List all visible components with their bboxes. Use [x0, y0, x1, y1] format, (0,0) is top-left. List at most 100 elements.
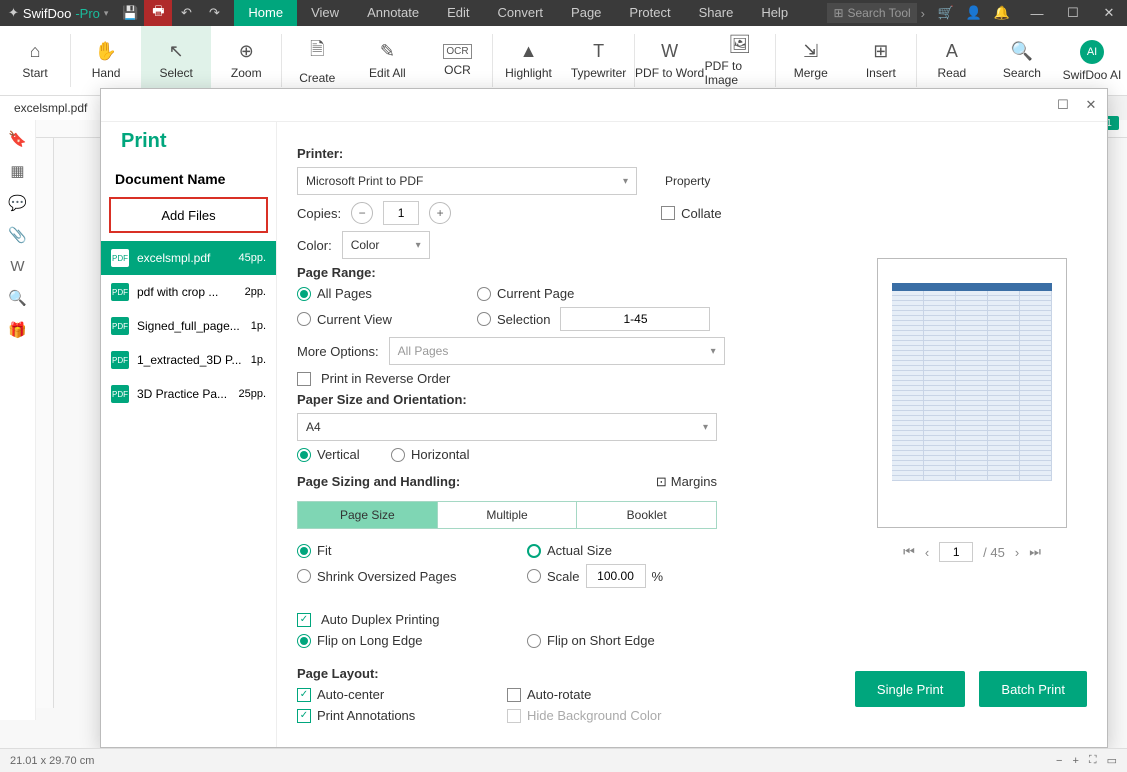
- view-mode-icon[interactable]: ▭: [1107, 754, 1117, 767]
- search-expand-icon[interactable]: ›: [917, 6, 929, 21]
- radio-horizontal[interactable]: [391, 448, 405, 462]
- ribbon-hand[interactable]: ✋Hand: [71, 26, 141, 95]
- reverse-check[interactable]: [297, 372, 311, 386]
- selection-input[interactable]: [560, 307, 710, 331]
- radio-flip-long[interactable]: [297, 634, 311, 648]
- gift-icon[interactable]: 🎁: [8, 321, 27, 339]
- print-annot-check[interactable]: [297, 709, 311, 723]
- next-page-icon[interactable]: ›: [1015, 545, 1019, 560]
- search-panel-icon[interactable]: 🔍: [8, 289, 27, 307]
- menu-home[interactable]: Home: [234, 0, 297, 26]
- ribbon-select[interactable]: ↖Select: [141, 26, 211, 95]
- menu-page[interactable]: Page: [557, 0, 615, 26]
- file-row[interactable]: PDFSigned_full_page...1p.: [101, 309, 276, 343]
- tab-booklet[interactable]: Booklet: [577, 502, 716, 528]
- copies-dec[interactable]: −: [351, 202, 373, 224]
- file-row[interactable]: PDF3D Practice Pa...25pp.: [101, 377, 276, 411]
- tab-multiple[interactable]: Multiple: [438, 502, 578, 528]
- ribbon-read[interactable]: ARead: [917, 26, 987, 95]
- duplex-check[interactable]: [297, 613, 311, 627]
- dialog-max-icon[interactable]: ☐: [1055, 97, 1071, 113]
- menu-convert[interactable]: Convert: [484, 0, 558, 26]
- color-select[interactable]: Color▾: [342, 231, 430, 259]
- zoom-in-icon[interactable]: +: [1072, 755, 1078, 767]
- menu-help[interactable]: Help: [747, 0, 802, 26]
- minimize-button[interactable]: —: [1019, 0, 1055, 26]
- maximize-button[interactable]: ☐: [1055, 0, 1091, 26]
- copies-inc[interactable]: +: [429, 202, 451, 224]
- collate-check[interactable]: [661, 206, 675, 220]
- radio-current-page[interactable]: [477, 287, 491, 301]
- menu-share[interactable]: Share: [685, 0, 748, 26]
- auto-center-check[interactable]: [297, 688, 311, 702]
- first-page-icon[interactable]: ⏮: [903, 544, 915, 560]
- print-icon[interactable]: 🖶: [144, 0, 172, 26]
- more-options-select[interactable]: All Pages▾: [389, 337, 725, 365]
- close-button[interactable]: ✕: [1091, 0, 1127, 26]
- fit-icon[interactable]: ⛶: [1089, 754, 1097, 767]
- ribbon-zoom[interactable]: ⊕Zoom: [211, 26, 281, 95]
- auto-rotate-check[interactable]: [507, 688, 521, 702]
- ribbon-ocr[interactable]: OCROCR: [422, 26, 492, 95]
- file-row[interactable]: PDFexcelsmpl.pdf45pp.: [101, 241, 276, 275]
- zoom-out-icon[interactable]: −: [1056, 755, 1062, 767]
- margins-link[interactable]: ⊡Margins: [656, 474, 717, 490]
- scale-input[interactable]: [586, 564, 646, 588]
- status-dim: 21.01 x 29.70 cm: [10, 755, 94, 767]
- ribbon-pdf-word[interactable]: WPDF to Word: [635, 26, 705, 95]
- redo-icon[interactable]: ↷: [200, 0, 228, 26]
- radio-current-view[interactable]: [297, 312, 311, 326]
- layout-label: Page Layout:: [297, 666, 837, 681]
- ribbon-create[interactable]: 🗎Create: [282, 26, 352, 95]
- undo-icon[interactable]: ↶: [172, 0, 200, 26]
- radio-selection[interactable]: [477, 312, 491, 326]
- ribbon-insert[interactable]: ⊞Insert: [846, 26, 916, 95]
- thumbs-icon[interactable]: ▦: [10, 162, 24, 180]
- prev-page-icon[interactable]: ‹: [925, 545, 929, 560]
- last-page-icon[interactable]: ⏭: [1029, 544, 1041, 560]
- word-panel-icon[interactable]: W: [10, 258, 24, 275]
- ribbon-pdf-image[interactable]: 🖼PDF to Image: [705, 26, 775, 95]
- dialog-close-icon[interactable]: ✕: [1083, 97, 1099, 113]
- bell-icon[interactable]: 🔔: [991, 0, 1013, 26]
- cart-icon[interactable]: 🛒: [935, 0, 957, 26]
- property-link[interactable]: Property: [665, 174, 710, 188]
- ribbon-merge[interactable]: ⇲Merge: [776, 26, 846, 95]
- ribbon-highlight[interactable]: ▲Highlight: [493, 26, 563, 95]
- tab-page-size[interactable]: Page Size: [298, 502, 438, 528]
- radio-scale[interactable]: [527, 569, 541, 583]
- search-tool[interactable]: ⊞ Search Tool: [827, 3, 916, 23]
- paper-select[interactable]: A4▾: [297, 413, 717, 441]
- menu-annotate[interactable]: Annotate: [353, 0, 433, 26]
- file-row[interactable]: PDFpdf with crop ...2pp.: [101, 275, 276, 309]
- titlebar: ✦ SwifDoo-Pro ▾ 💾 🖶 ↶ ↷ Home View Annota…: [0, 0, 1127, 26]
- comment-icon[interactable]: 💬: [8, 194, 27, 212]
- radio-fit[interactable]: [297, 544, 311, 558]
- page-input[interactable]: [939, 542, 973, 562]
- copies-input[interactable]: [383, 201, 419, 225]
- dropdown-caret-icon[interactable]: ▾: [104, 8, 109, 19]
- doc-tab[interactable]: excelsmpl.pdf: [0, 96, 102, 120]
- add-files-button[interactable]: Add Files: [109, 197, 268, 233]
- radio-actual[interactable]: [527, 544, 541, 558]
- ribbon-start[interactable]: ⌂Start: [0, 26, 70, 95]
- single-print-button[interactable]: Single Print: [855, 671, 965, 707]
- printer-select[interactable]: Microsoft Print to PDF▾: [297, 167, 637, 195]
- batch-print-button[interactable]: Batch Print: [979, 671, 1087, 707]
- bookmark-icon[interactable]: 🔖: [8, 130, 27, 148]
- ribbon-ai[interactable]: AISwifDoo AI: [1057, 26, 1127, 95]
- menu-edit[interactable]: Edit: [433, 0, 483, 26]
- ribbon-edit-all[interactable]: ✎Edit All: [352, 26, 422, 95]
- radio-flip-short[interactable]: [527, 634, 541, 648]
- user-icon[interactable]: 👤: [963, 0, 985, 26]
- ribbon-search[interactable]: 🔍Search: [987, 26, 1057, 95]
- file-row[interactable]: PDF1_extracted_3D P...1p.: [101, 343, 276, 377]
- menu-view[interactable]: View: [297, 0, 353, 26]
- radio-shrink[interactable]: [297, 569, 311, 583]
- menu-protect[interactable]: Protect: [615, 0, 684, 26]
- save-icon[interactable]: 💾: [116, 0, 144, 26]
- attach-icon[interactable]: 📎: [8, 226, 27, 244]
- radio-all-pages[interactable]: [297, 287, 311, 301]
- ribbon-typewriter[interactable]: TTypewriter: [564, 26, 634, 95]
- radio-vertical[interactable]: [297, 448, 311, 462]
